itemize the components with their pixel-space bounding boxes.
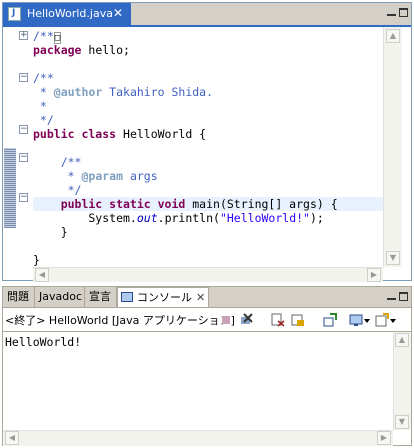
- tab-javadoc[interactable]: Javadoc: [35, 287, 85, 307]
- editor-tab-helloworld[interactable]: HelloWorld.java ✕: [3, 3, 131, 25]
- scroll-lock-icon[interactable]: [291, 313, 305, 327]
- clear-console-icon[interactable]: [271, 313, 285, 327]
- scroll-up-icon[interactable]: ▲: [395, 333, 409, 347]
- console-title: <終了> HelloWorld [Java アプリケーション]: [5, 314, 235, 327]
- code-line: * @param args: [33, 169, 158, 183]
- scroll-down-icon[interactable]: ▼: [395, 415, 409, 429]
- code-line: public class HelloWorld {: [33, 127, 207, 141]
- console-icon: [121, 292, 133, 302]
- editor-horizontal-scrollbar[interactable]: ◀ ▶: [33, 267, 383, 282]
- code-line: }: [33, 225, 68, 239]
- tab-console-label: コンソール: [137, 291, 192, 304]
- dropdown-arrow-icon[interactable]: [389, 313, 397, 327]
- code-line: */: [33, 113, 54, 127]
- tab-console[interactable]: コンソール ✕: [117, 287, 209, 307]
- collapse-fold-icon[interactable]: −: [19, 73, 28, 82]
- expand-fold-icon[interactable]: +: [19, 31, 28, 40]
- console-pane: 問題 Javadoc 宣言 コンソール ✕ <終了> HelloWorld [J…: [2, 286, 412, 446]
- java-file-icon: [8, 7, 21, 21]
- maximize-icon[interactable]: [399, 292, 408, 301]
- console-tab-bar: 問題 Javadoc 宣言 コンソール ✕: [3, 287, 411, 307]
- console-output[interactable]: HelloWorld! ▲ ▼ ◀ ▶: [3, 331, 411, 446]
- vertical-ruler: [3, 27, 16, 280]
- tab-declaration[interactable]: 宣言: [85, 287, 117, 307]
- editor-tab-label: HelloWorld.java: [27, 7, 113, 20]
- editor-vertical-scrollbar[interactable]: ▲ ▼: [383, 27, 402, 267]
- maximize-icon[interactable]: [399, 8, 408, 17]
- editor-body: + − − − − /**□ package hello; /** * @aut…: [3, 25, 411, 282]
- close-tab-icon[interactable]: ✕: [113, 6, 123, 20]
- console-horizontal-scrollbar[interactable]: ◀ ▶: [3, 430, 393, 446]
- code-area[interactable]: /**□ package hello; /** * @author Takahi…: [33, 27, 383, 267]
- range-indicator: [4, 148, 16, 228]
- minimize-icon[interactable]: [387, 293, 396, 300]
- pin-console-icon[interactable]: [323, 313, 337, 327]
- code-line: package hello;: [33, 43, 130, 57]
- close-tab-icon[interactable]: ✕: [196, 288, 205, 308]
- dropdown-arrow-icon[interactable]: [363, 313, 371, 327]
- code-line: * @author Takahiro Shida.: [33, 85, 214, 99]
- code-line: /**: [33, 71, 54, 85]
- tab-problems[interactable]: 問題: [3, 287, 35, 307]
- remove-launches-icon[interactable]: [239, 313, 253, 327]
- open-console-icon[interactable]: [375, 313, 389, 327]
- editor-pane: HelloWorld.java ✕ + − − − − /**□ package…: [2, 2, 412, 282]
- code-line: System.out.println("HelloWorld!");: [33, 211, 324, 225]
- collapse-fold-icon[interactable]: −: [19, 125, 28, 134]
- scroll-up-icon[interactable]: ▲: [386, 29, 400, 43]
- code-line: */: [33, 183, 82, 197]
- terminate-icon[interactable]: [219, 313, 233, 327]
- scroll-right-icon[interactable]: ▶: [377, 431, 391, 445]
- scroll-left-icon[interactable]: ◀: [35, 268, 49, 282]
- editor-tab-bar: HelloWorld.java ✕: [3, 3, 411, 25]
- console-vertical-scrollbar[interactable]: ▲ ▼: [393, 332, 411, 430]
- scroll-left-icon[interactable]: ◀: [5, 431, 19, 445]
- code-line: *: [33, 99, 47, 113]
- code-line: /**: [33, 155, 82, 169]
- folding-ruler: + − − − −: [17, 27, 33, 280]
- code-line: /**□: [33, 29, 62, 44]
- display-console-icon[interactable]: [349, 313, 363, 327]
- code-line: public static void main(String[] args) {: [33, 197, 338, 211]
- collapse-fold-icon[interactable]: −: [19, 153, 28, 162]
- code-line: }: [33, 253, 40, 267]
- console-toolbar: <終了> HelloWorld [Java アプリケーション]: [3, 307, 411, 331]
- minimize-icon[interactable]: [387, 9, 396, 16]
- scroll-down-icon[interactable]: ▼: [386, 251, 400, 265]
- collapse-fold-icon[interactable]: −: [19, 193, 28, 202]
- console-output-text: HelloWorld!: [5, 335, 82, 349]
- scroll-right-icon[interactable]: ▶: [367, 268, 381, 282]
